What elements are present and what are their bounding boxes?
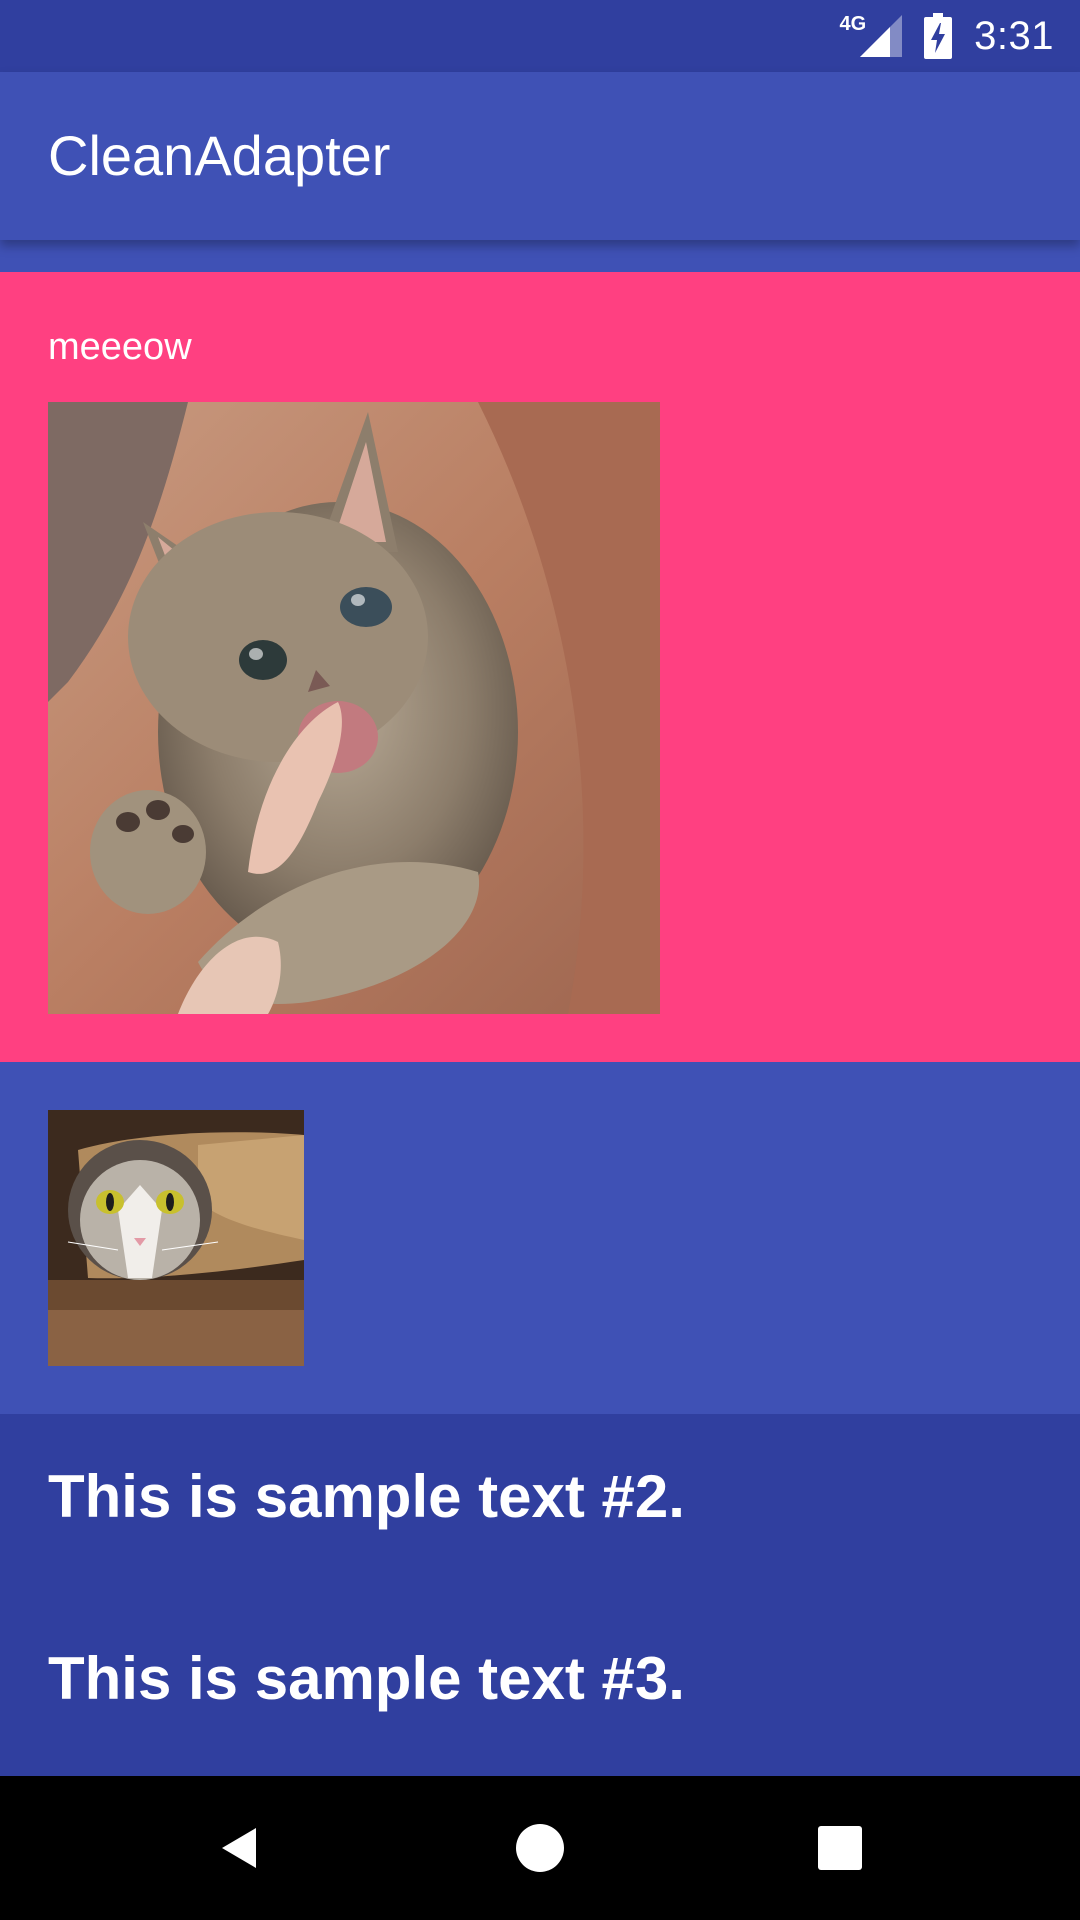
home-button[interactable] <box>468 1776 612 1920</box>
list-item-text-image[interactable]: meeeow <box>0 272 1080 1062</box>
back-button[interactable] <box>168 1776 312 1920</box>
list-section-text: This is sample text #2. This is sample t… <box>0 1414 1080 1776</box>
list-item-image[interactable] <box>0 1062 1080 1414</box>
recents-button[interactable] <box>768 1776 912 1920</box>
network-type-label: 4G <box>839 12 867 35</box>
list-item-text[interactable]: This is sample text #3. <box>48 1644 685 1713</box>
status-bar: 4G 3:31 <box>0 0 1080 72</box>
kitten-photo <box>48 402 660 1014</box>
battery-charging-icon <box>924 13 953 59</box>
signal-icon <box>860 15 903 57</box>
back-icon <box>222 1828 256 1868</box>
cat-photo <box>48 1110 304 1366</box>
status-icons: 4G 3:31 <box>839 0 1054 72</box>
home-icon <box>516 1824 564 1872</box>
app-screen: 4G 3:31 CleanAdapter meeeow This is samp… <box>0 0 1080 1920</box>
app-toolbar: CleanAdapter <box>0 72 1080 240</box>
recents-icon <box>818 1826 862 1870</box>
list-item-text[interactable]: This is sample text #2. <box>48 1462 685 1531</box>
clock: 3:31 <box>974 13 1054 58</box>
recycler-list[interactable]: meeeow This is sample text #2. This is s… <box>0 272 1080 1776</box>
navigation-bar <box>0 1776 1080 1920</box>
item-caption: meeeow <box>48 326 192 368</box>
app-title: CleanAdapter <box>48 124 391 187</box>
